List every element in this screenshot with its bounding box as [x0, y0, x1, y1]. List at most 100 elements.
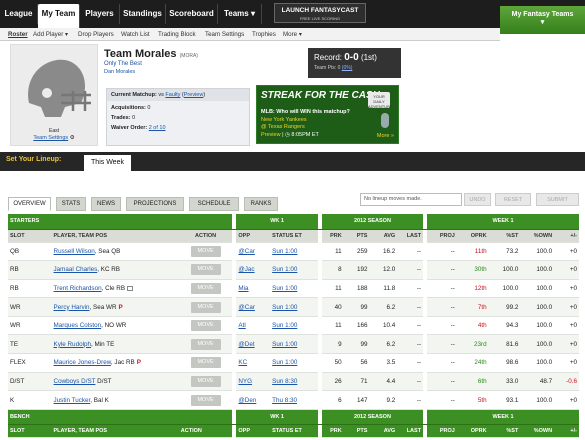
game-status-link[interactable]: Sun 1:00	[272, 341, 297, 348]
col-proj[interactable]: PROJ	[427, 229, 457, 243]
subnav-trading-block[interactable]: Trading Block	[158, 31, 196, 38]
submit-button[interactable]: SUBMIT	[536, 193, 579, 206]
top-nav: League My Team Players Standings Scorebo…	[0, 0, 585, 28]
pts-cell: 99	[343, 334, 370, 355]
opponent-link[interactable]: KC	[238, 359, 247, 366]
game-status-link[interactable]: Sun 1:00	[272, 248, 297, 255]
opponent-link[interactable]: @Det	[238, 341, 254, 348]
tab-scoreboard[interactable]: Scoreboard	[166, 4, 218, 24]
streak-preview-link[interactable]: Preview	[261, 132, 281, 138]
streak-badge[interactable]: YOUR DAILY ADVENTURE ⓘ	[368, 92, 393, 114]
tab-my-team[interactable]: My Team	[38, 4, 80, 28]
last-cell: --	[397, 260, 424, 280]
game-status-link[interactable]: Sun 1:00	[272, 285, 297, 292]
player-name-link[interactable]: Kyle Rudolph	[54, 341, 91, 348]
tab-news[interactable]: NEWS	[91, 197, 121, 211]
move-button[interactable]: MOVE	[190, 264, 221, 276]
tab-players[interactable]: Players	[80, 4, 120, 24]
matchup-header: Current Matchup: vs Faulty (Preview)	[107, 89, 249, 101]
avg-cell: 9.2	[369, 390, 398, 410]
player-name-link[interactable]: Russell Wilson	[54, 248, 95, 255]
tab-standings[interactable]: Standings	[120, 4, 166, 24]
subnav-drop-players[interactable]: Drop Players	[78, 31, 114, 38]
subnav-team-settings[interactable]: Team Settings	[205, 31, 244, 38]
game-status-link[interactable]: Sun 1:00	[272, 304, 297, 311]
matchup-preview-link[interactable]: Preview	[184, 92, 204, 98]
opponent-link[interactable]: @Car	[238, 304, 255, 311]
game-status-link[interactable]: Sun 1:00	[272, 359, 297, 366]
player-name-link[interactable]: Percy Harvin	[54, 304, 90, 311]
player-name-link[interactable]: Cowboys D/ST	[54, 378, 96, 385]
streak-answer-yankees[interactable]: New York Yankees	[261, 117, 307, 123]
streak-answer-rangers[interactable]: @ Texas Rangers	[261, 124, 305, 130]
team-settings-link[interactable]: Team Settings ⚙	[11, 135, 97, 141]
move-button[interactable]: MOVE	[190, 338, 221, 350]
oprk-cell: 30th	[456, 260, 489, 280]
waiver-value-link[interactable]: 2 of 10	[149, 125, 166, 131]
slot-cell: QB	[8, 242, 52, 262]
col-prk[interactable]: PRK	[321, 229, 344, 243]
move-button[interactable]: MOVE	[190, 394, 221, 406]
subnav-watch-list[interactable]: Watch List	[121, 31, 150, 38]
player-name-link[interactable]: Trent Richardson	[54, 285, 102, 292]
player-team-pos: , Sea WR	[89, 303, 117, 311]
col-pct-start[interactable]: %ST	[488, 229, 521, 243]
opponent-link[interactable]: @Jac	[238, 266, 254, 273]
this-week-tab[interactable]: This Week	[84, 155, 131, 171]
opponent-link[interactable]: Atl	[238, 322, 245, 329]
col-pts[interactable]: PTS	[343, 229, 370, 243]
tab-schedule[interactable]: SCHEDULE	[189, 197, 239, 211]
tab-league[interactable]: League	[0, 4, 38, 24]
col-oprk[interactable]: OPRK	[456, 229, 489, 243]
subnav-trophies[interactable]: Trophies	[252, 31, 276, 38]
col-avg[interactable]: AVG	[369, 229, 398, 243]
player-name-link[interactable]: Marques Colston	[54, 322, 102, 329]
move-button[interactable]: MOVE	[190, 375, 221, 387]
bench-col: SLOT	[8, 424, 52, 438]
bench-season-label: 2012 SEASON	[321, 409, 424, 425]
game-status-link[interactable]: Sun 8:30	[272, 378, 297, 385]
opponent-link[interactable]: Mia	[238, 285, 248, 292]
tab-ranks[interactable]: RANKS	[244, 197, 278, 211]
subnav-roster[interactable]: Roster	[8, 31, 28, 38]
my-fantasy-teams-button[interactable]: My Fantasy Teams ▾	[500, 6, 585, 34]
opponent-link[interactable]: @Car	[238, 248, 255, 255]
game-status-link[interactable]: Sun 1:00	[272, 322, 297, 329]
move-button[interactable]: MOVE	[190, 357, 221, 369]
opponent-link[interactable]: @Den	[238, 397, 256, 404]
player-name-link[interactable]: Jamaal Charles	[54, 266, 98, 273]
streak-pick-toggle[interactable]	[381, 113, 389, 128]
subnav-add-player[interactable]: Add Player ▾	[33, 31, 68, 38]
game-status-link[interactable]: Thu 8:30	[272, 397, 297, 404]
tab-stats[interactable]: STATS	[56, 197, 86, 211]
opponent-link[interactable]: NYG	[238, 378, 252, 385]
lineup-bar: Set Your Lineup: This Week	[0, 152, 585, 171]
tab-projections[interactable]: PROJECTIONS	[126, 197, 184, 211]
launch-fantasycast-button[interactable]: LAUNCH FANTASYCAST FREE LIVE SCORING	[274, 3, 366, 23]
proj-cell: --	[427, 242, 457, 262]
tab-teams[interactable]: Teams ▾	[218, 4, 262, 24]
col-pct-own[interactable]: %OWN	[520, 229, 555, 243]
team-owner-link[interactable]: Dan Morales	[104, 69, 135, 75]
move-button[interactable]: MOVE	[190, 320, 221, 332]
news-note-icon[interactable]	[127, 285, 134, 291]
avg-cell: 12.0	[369, 260, 398, 280]
sub-nav: Roster Add Player ▾ Drop Players Watch L…	[0, 28, 500, 41]
col-last[interactable]: LAST	[397, 229, 424, 243]
move-button[interactable]: MOVE	[190, 301, 221, 313]
move-button[interactable]: MOVE	[190, 282, 221, 294]
player-name-link[interactable]: Maurice Jones-Drew	[54, 359, 111, 366]
col-plus-minus[interactable]: +/-	[554, 229, 579, 243]
reset-button[interactable]: RESET	[495, 193, 531, 206]
team-points-rank-link[interactable]: (0%)	[342, 65, 353, 71]
proj-cell: --	[427, 260, 457, 280]
matchup-opponent-link[interactable]: Faulty	[165, 92, 180, 98]
move-button[interactable]: MOVE	[190, 245, 221, 257]
subnav-more[interactable]: More ▾	[283, 31, 302, 38]
undo-button[interactable]: UNDO	[464, 193, 491, 206]
game-status-link[interactable]: Sun 1:00	[272, 266, 297, 273]
streak-more-link[interactable]: More »	[377, 133, 394, 139]
tab-overview[interactable]: OVERVIEW	[8, 197, 51, 211]
player-name-link[interactable]: Justin Tucker	[54, 397, 91, 404]
avg-cell: 16.2	[369, 242, 398, 262]
